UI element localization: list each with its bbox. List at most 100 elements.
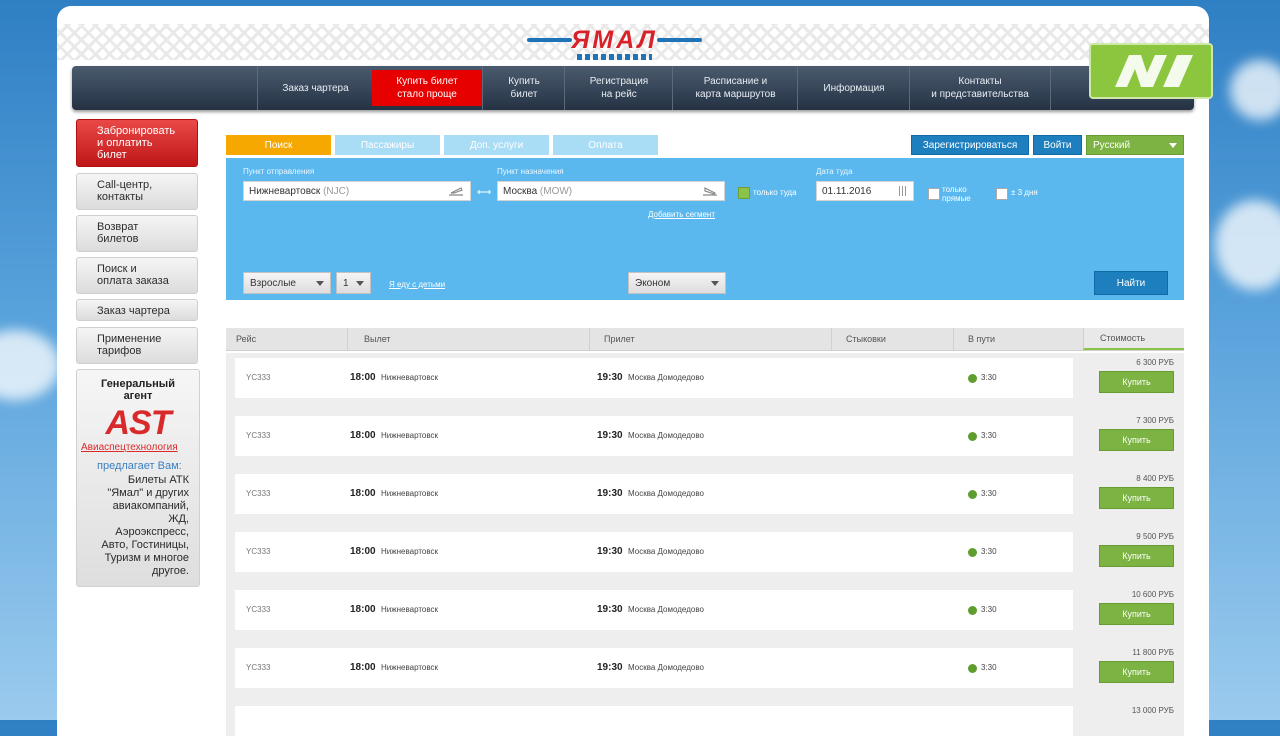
step-search[interactable]: Поиск xyxy=(226,135,331,155)
buy-button[interactable]: Купить xyxy=(1099,371,1174,393)
col-connections[interactable]: Стыковки xyxy=(831,328,953,350)
col-arrival[interactable]: Прилет xyxy=(589,328,831,350)
arrival-time: 19:30 xyxy=(597,372,623,383)
buy-button[interactable]: Купить xyxy=(1099,429,1174,451)
page-container: ЯМАЛ Заказ чартера Купить билет стало пр… xyxy=(57,6,1209,736)
departure-time: 18:00 xyxy=(350,604,376,615)
flight-card[interactable]: YC333 18:00 Нижневартовск 19:30 Москва Д… xyxy=(235,590,1073,630)
departure-time: 18:00 xyxy=(350,488,376,499)
sidebar-tariffs[interactable]: Применение тарифов xyxy=(76,327,198,364)
nav-checkin[interactable]: Регистрация на рейс xyxy=(564,66,673,110)
flex-dates-label: ± 3 дня xyxy=(1011,188,1038,197)
nav-buy-easy[interactable]: Купить билет стало проще xyxy=(372,70,482,106)
departure-time: 18:00 xyxy=(350,546,376,557)
departure-city: Нижневартовск xyxy=(381,663,439,672)
arrival-city: Москва Домодедово xyxy=(628,489,704,498)
flight-card[interactable] xyxy=(235,706,1073,736)
sidebar-refund[interactable]: Возврат билетов xyxy=(76,215,198,252)
col-price[interactable]: Стоимость xyxy=(1083,328,1184,350)
departure-city: Нижневартовск xyxy=(381,547,439,556)
to-input[interactable]: Москва (MOW) xyxy=(497,181,725,201)
calendar-icon xyxy=(899,186,908,196)
from-input[interactable]: Нижневартовск (NJC) xyxy=(243,181,471,201)
result-row: YC333 18:00 Нижневартовск 19:30 Москва Д… xyxy=(226,411,1184,469)
flight-number: YC333 xyxy=(246,431,271,440)
clock-icon xyxy=(968,432,977,441)
departure-time: 18:00 xyxy=(350,430,376,441)
flight-card[interactable]: YC333 18:00 Нижневартовск 19:30 Москва Д… xyxy=(235,416,1073,456)
clock-icon xyxy=(968,374,977,383)
passenger-count-select[interactable]: 1 xyxy=(336,272,371,294)
clock-icon xyxy=(968,548,977,557)
flight-card[interactable]: YC333 18:00 Нижневартовск 19:30 Москва Д… xyxy=(235,474,1073,514)
buy-button[interactable]: Купить xyxy=(1099,661,1174,683)
arrival-city: Москва Домодедово xyxy=(628,431,704,440)
oneway-checkbox[interactable] xyxy=(738,187,750,199)
from-label: Пункт отправления xyxy=(243,167,315,176)
result-row: YC333 18:00 Нижневартовск 19:30 Москва Д… xyxy=(226,643,1184,701)
flight-card[interactable]: YC333 18:00 Нижневартовск 19:30 Москва Д… xyxy=(235,532,1073,572)
yamal-logo[interactable]: ЯМАЛ xyxy=(527,24,702,62)
logo-text: ЯМАЛ xyxy=(571,26,658,54)
col-flight[interactable]: Рейс xyxy=(226,328,347,350)
col-departure[interactable]: Вылет xyxy=(347,328,589,350)
step-extras[interactable]: Доп. услуги xyxy=(444,135,549,155)
flight-duration: 3:30 xyxy=(981,373,997,382)
ast-logo[interactable]: AST xyxy=(77,404,199,443)
swap-icon[interactable]: ⟷ xyxy=(477,187,491,198)
agent-offer: предлагает Вам: xyxy=(97,460,182,472)
date-value: 01.11.2016 xyxy=(822,185,872,197)
departure-time: 18:00 xyxy=(350,372,376,383)
login-button[interactable]: Войти xyxy=(1033,135,1082,155)
arrival-time: 19:30 xyxy=(597,604,623,615)
price-label: 10 600 РУБ xyxy=(1131,590,1174,599)
sidebar-charter[interactable]: Заказ чартера xyxy=(76,299,198,321)
language-select[interactable]: Русский xyxy=(1086,135,1184,155)
sidebar-order-search[interactable]: Поиск и оплата заказа xyxy=(76,257,198,294)
price-label: 13 000 РУБ xyxy=(1131,706,1174,715)
cabin-class-select[interactable]: Эконом xyxy=(628,272,726,294)
to-code: (MOW) xyxy=(539,185,573,197)
nav-information[interactable]: Информация xyxy=(797,66,910,110)
buy-button[interactable]: Купить xyxy=(1099,545,1174,567)
nav-buy-ticket[interactable]: Купить билет xyxy=(482,66,565,110)
arrival-city: Москва Домодедово xyxy=(628,373,704,382)
departure-city: Нижневартовск xyxy=(381,605,439,614)
flight-card[interactable]: YC333 18:00 Нижневартовск 19:30 Москва Д… xyxy=(235,358,1073,398)
background-cloud xyxy=(0,330,60,400)
arrival-time: 19:30 xyxy=(597,430,623,441)
find-button[interactable]: Найти xyxy=(1094,271,1168,295)
departure-city: Нижневартовск xyxy=(381,489,439,498)
flight-number: YC333 xyxy=(246,547,271,556)
passenger-type-select[interactable]: Взрослые xyxy=(243,272,331,294)
flex-dates-checkbox[interactable] xyxy=(996,188,1008,200)
departure-city: Нижневартовск xyxy=(381,431,439,440)
flight-duration: 3:30 xyxy=(981,663,997,672)
step-payment[interactable]: Оплата xyxy=(553,135,658,155)
register-button[interactable]: Зарегистрироваться xyxy=(911,135,1029,155)
chevron-down-icon xyxy=(356,281,364,286)
step-passengers[interactable]: Пассажиры xyxy=(335,135,440,155)
nav-schedule[interactable]: Расписание и карта маршрутов xyxy=(672,66,798,110)
flight-card[interactable]: YC333 18:00 Нижневартовск 19:30 Москва Д… xyxy=(235,648,1073,688)
buy-button[interactable]: Купить xyxy=(1099,487,1174,509)
passenger-type-value: Взрослые xyxy=(250,277,296,289)
with-kids-link[interactable]: Я еду с детьми xyxy=(389,280,445,289)
departure-time: 18:00 xyxy=(350,662,376,673)
agent-offer-text: Билеты АТК "Ямал" и других авиакомпаний,… xyxy=(101,474,189,577)
direct-only-checkbox[interactable] xyxy=(928,188,940,200)
sidebar-call-center[interactable]: Call-центр, контакты xyxy=(76,173,198,210)
col-duration[interactable]: В пути xyxy=(953,328,1083,350)
buy-button[interactable]: Купить xyxy=(1099,603,1174,625)
direct-only-label: только прямые xyxy=(942,185,971,203)
general-agent-box[interactable]: Генеральный агент AST Авиаспецтехнология… xyxy=(76,369,200,587)
add-segment-link[interactable]: Добавить сегмент xyxy=(648,210,715,219)
result-row: YC333 18:00 Нижневартовск 19:30 Москва Д… xyxy=(226,469,1184,527)
date-input[interactable]: 01.11.2016 xyxy=(816,181,914,201)
nav-charter-order[interactable]: Заказ чартера xyxy=(257,66,373,110)
price-label: 9 500 РУБ xyxy=(1136,532,1174,541)
nav-contacts[interactable]: Контакты и представительства xyxy=(909,66,1051,110)
sidebar-book-and-pay[interactable]: Забронировать и оплатить билет xyxy=(76,119,198,167)
agent-name-link[interactable]: Авиаспецтехнология xyxy=(81,442,178,453)
background-cloud xyxy=(1215,200,1280,290)
